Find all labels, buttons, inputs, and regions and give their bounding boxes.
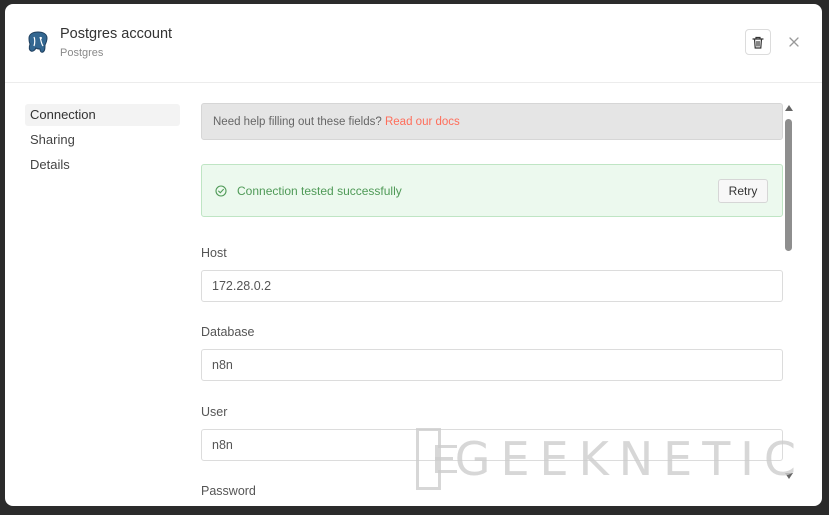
database-input[interactable]: n8n (201, 349, 783, 381)
sidebar-item-connection[interactable]: Connection (25, 104, 180, 126)
database-label: Database (201, 325, 255, 339)
sidebar: Connection Sharing Details (25, 104, 180, 179)
retry-button[interactable]: Retry (718, 179, 768, 203)
sidebar-item-sharing[interactable]: Sharing (25, 129, 180, 151)
modal-header: Postgres account Postgres (5, 4, 822, 83)
close-button[interactable] (785, 33, 803, 51)
sidebar-item-details[interactable]: Details (25, 154, 180, 176)
close-icon (789, 37, 799, 47)
delete-button[interactable] (745, 29, 771, 55)
connection-panel: Need help filling out these fields? Read… (201, 103, 785, 506)
scroll-thumb[interactable] (785, 119, 792, 251)
user-label: User (201, 405, 228, 419)
postgres-elephant-icon (28, 31, 48, 53)
content-scrollbar[interactable] (784, 103, 794, 483)
help-text: Need help filling out these fields? (213, 116, 382, 128)
docs-link[interactable]: Read our docs (385, 116, 460, 128)
user-input[interactable]: n8n (201, 429, 783, 461)
status-text: Connection tested successfully (237, 184, 402, 198)
connection-status-banner: Connection tested successfully Retry (201, 164, 783, 217)
scroll-up-arrow-icon[interactable] (785, 105, 793, 111)
trash-icon (752, 36, 764, 49)
modal-subtitle: Postgres (60, 47, 104, 59)
modal-title: Postgres account (60, 26, 173, 42)
host-input[interactable]: 172.28.0.2 (201, 270, 783, 302)
check-circle-icon (215, 185, 227, 197)
password-label: Password (201, 484, 256, 498)
scroll-down-arrow-icon[interactable] (785, 473, 793, 479)
credential-modal: Postgres account Postgres Connection Sha… (5, 4, 822, 506)
help-banner: Need help filling out these fields? Read… (201, 103, 783, 140)
host-label: Host (201, 246, 227, 260)
